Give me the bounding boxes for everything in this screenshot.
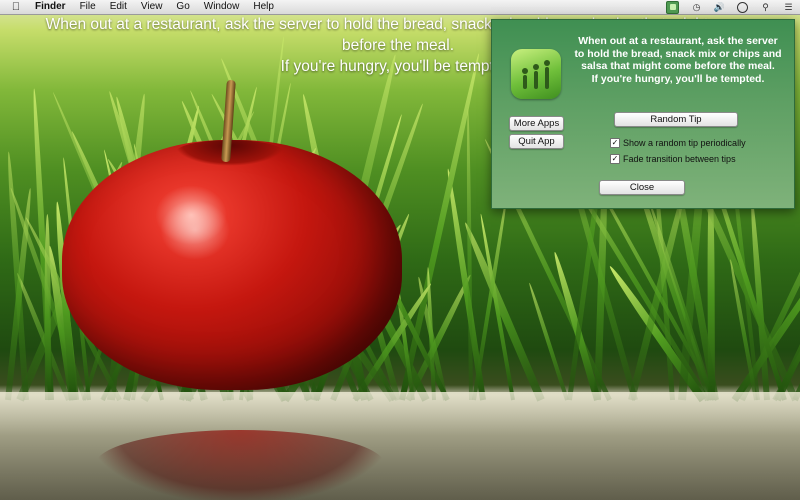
menu-finder[interactable]: Finder bbox=[35, 0, 66, 14]
notification-center-icon[interactable]: ☰ bbox=[783, 2, 794, 13]
fade-transition-row[interactable]: ✓ Fade transition between tips bbox=[610, 154, 736, 164]
quit-app-button[interactable]: Quit App bbox=[509, 134, 564, 149]
panel-tip-text: When out at a restaurant, ask the server… bbox=[567, 35, 789, 85]
menu-go[interactable]: Go bbox=[176, 0, 189, 14]
grass-blade bbox=[465, 108, 473, 401]
menu-file[interactable]: File bbox=[80, 0, 96, 14]
menu-bar:  Finder File Edit View Go Window Help ◷… bbox=[0, 0, 800, 15]
figure-head-icon bbox=[522, 68, 528, 74]
close-button[interactable]: Close bbox=[599, 180, 685, 195]
menu-view[interactable]: View bbox=[141, 0, 163, 14]
tips-popover-panel: When out at a restaurant, ask the server… bbox=[491, 19, 795, 209]
show-random-tip-label: Show a random tip periodically bbox=[623, 138, 746, 148]
apple-image bbox=[62, 140, 402, 390]
menu-edit[interactable]: Edit bbox=[110, 0, 127, 14]
grass-blade bbox=[472, 193, 510, 401]
app-tray-icon[interactable] bbox=[666, 0, 679, 14]
show-random-tip-row[interactable]: ✓ Show a random tip periodically bbox=[610, 138, 746, 148]
volume-icon[interactable]: 🔊 bbox=[714, 2, 725, 13]
clock-icon[interactable] bbox=[737, 1, 748, 13]
show-random-tip-checkbox[interactable]: ✓ bbox=[610, 138, 620, 148]
menu-window[interactable]: Window bbox=[204, 0, 240, 14]
grass-blade bbox=[44, 213, 51, 401]
app-icon bbox=[511, 49, 561, 99]
figure-icon bbox=[523, 75, 527, 89]
figure-icon bbox=[534, 71, 538, 89]
fade-transition-checkbox[interactable]: ✓ bbox=[610, 154, 620, 164]
random-tip-button[interactable]: Random Tip bbox=[614, 112, 738, 127]
menu-extras: ◷ 🔊 ⚲ ☰ bbox=[666, 0, 794, 14]
figure-head-icon bbox=[533, 64, 539, 70]
time-machine-icon[interactable]: ◷ bbox=[691, 2, 702, 13]
figure-head-icon bbox=[544, 60, 550, 66]
panel-tip-line: When out at a restaurant, ask the server bbox=[578, 35, 778, 47]
figure-icon bbox=[545, 67, 549, 89]
apple-reflection bbox=[95, 430, 385, 500]
apple-shine bbox=[160, 200, 230, 260]
more-apps-button[interactable]: More Apps bbox=[509, 116, 564, 131]
panel-tip-line: If you're hungry, you'll be tempted. bbox=[591, 72, 765, 85]
fade-transition-label: Fade transition between tips bbox=[623, 154, 736, 164]
menu-help[interactable]: Help bbox=[253, 0, 274, 14]
spotlight-icon[interactable]: ⚲ bbox=[760, 2, 771, 13]
apple-logo-icon[interactable]:  bbox=[9, 1, 23, 13]
grass-blade bbox=[461, 220, 545, 402]
panel-tip-line: salsa that might come before the meal. bbox=[581, 60, 775, 72]
panel-tip-line: to hold the bread, snack mix or chips an… bbox=[574, 47, 782, 60]
